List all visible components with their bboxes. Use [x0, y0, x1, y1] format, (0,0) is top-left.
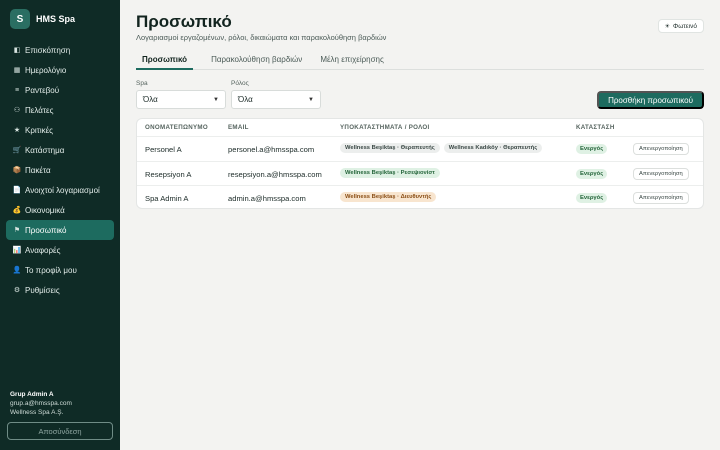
sidebar-item-shop[interactable]: 🛒 Κατάστημα	[6, 140, 114, 160]
deactivate-button[interactable]: Απενεργοποίηση	[633, 167, 689, 180]
main-content: Προσωπικό Λογαριασμοί εργαζομένων, ρόλοι…	[120, 0, 720, 450]
staff-name: Personel A	[145, 145, 182, 154]
sidebar-item-customers[interactable]: ⚇ Πελάτες	[6, 100, 114, 120]
deactivate-button[interactable]: Απενεργοποίηση	[633, 192, 689, 204]
sidebar-item-label: Ημερολόγιο	[25, 65, 67, 75]
sidebar-item-reviews[interactable]: ★ Κριτικές	[6, 120, 114, 140]
list-icon: ≡	[14, 86, 20, 94]
role-chip: Wellness Beşiktaş · Θεραπευτής	[340, 143, 440, 153]
spa-filter-value: Όλα	[143, 95, 158, 104]
status-badge: Ενεργός	[576, 193, 608, 203]
role-chips: Wellness Beşiktaş · Θεραπευτής Wellness …	[340, 143, 546, 153]
spa-filter-select[interactable]: Όλα ▼	[136, 90, 226, 109]
sidebar-item-staff[interactable]: ⚑ Προσωπικό	[6, 220, 114, 240]
user-email: grup.a@hmsspa.com	[10, 400, 72, 407]
sidebar-nav: ◧ Επισκόπηση ▦ Ημερολόγιο ≡ Ραντεβού ⚇ Πελάτ…	[6, 40, 114, 300]
overview-icon: ◧	[13, 47, 21, 54]
staff-email: admin.a@hmsspa.com	[228, 194, 306, 203]
brand[interactable]: S HMS Spa	[10, 9, 75, 29]
profile-icon: 👤	[12, 267, 22, 274]
sidebar-item-label: Κατάστημα	[25, 145, 65, 155]
sidebar-item-label: Το προφίλ μου	[25, 265, 77, 275]
sidebar-item-calendar[interactable]: ▦ Ημερολόγιο	[6, 60, 114, 80]
sidebar-item-label: Πακέτα	[25, 165, 51, 175]
sidebar-item-label: Ραντεβού	[25, 85, 60, 95]
sidebar-item-label: Ρυθμίσεις	[25, 285, 60, 295]
sidebar-item-label: Αναφορές	[25, 245, 61, 255]
page-subtitle: Λογαριασμοί εργαζομένων, ρόλοι, δικαιώμα…	[136, 33, 387, 42]
role-chips: Wellness Beşiktaş · Ρεσεψιονίστ	[340, 167, 444, 178]
sidebar-item-label: Προσωπικό	[25, 225, 67, 235]
logout-button[interactable]: Αποσύνδεση	[7, 422, 113, 440]
chevron-down-icon: ▼	[308, 96, 314, 103]
tab-shift-tracking[interactable]: Παρακολούθηση βαρδιών	[211, 53, 302, 70]
calendar-icon: ▦	[13, 67, 21, 74]
chevron-down-icon: ▼	[213, 96, 219, 103]
gear-icon: ⚙	[13, 287, 21, 294]
sidebar-item-appointments[interactable]: ≡ Ραντεβού	[6, 80, 114, 100]
package-icon: 📦	[12, 167, 22, 174]
sidebar-item-packages[interactable]: 📦 Πακέτα	[6, 160, 114, 180]
column-header-email: EMAIL	[228, 124, 249, 131]
tab-business-members[interactable]: Μέλη επιχείρησης	[320, 53, 384, 70]
user-name: Grup Admin A	[10, 391, 54, 398]
staff-name: Resepsiyon A	[145, 169, 192, 179]
staff-email: personel.a@hmsspa.com	[228, 145, 315, 154]
sidebar-item-label: Πελάτες	[25, 105, 54, 115]
users-icon: ⚇	[13, 107, 21, 114]
sidebar-item-label: Ανοιχτοί λογαριασμοί	[25, 185, 100, 195]
column-header-status: ΚΑΤΑΣΤΑΣΗ	[576, 124, 615, 131]
receipt-icon: 📄	[12, 187, 22, 194]
star-icon: ★	[13, 127, 21, 134]
app-logo: S	[10, 9, 30, 29]
sidebar-item-settings[interactable]: ⚙ Ρυθμίσεις	[6, 280, 114, 300]
table-header: ΟΝΟΜΑΤΕΠΩΝΥΜΟ EMAIL ΥΠΟΚΑΤΑΣΤΗΜΑΤΑ / ΡΟΛ…	[137, 119, 703, 137]
chart-icon: 📊	[12, 247, 22, 254]
staff-name: Spa Admin A	[145, 194, 189, 203]
staff-email: resepsiyon.a@hmsspa.com	[228, 169, 322, 179]
user-company: Wellness Spa A.Ş.	[10, 409, 64, 416]
sun-icon: ☀	[664, 23, 671, 30]
sidebar-item-reports[interactable]: 📊 Αναφορές	[6, 240, 114, 260]
user-info: Grup Admin A grup.a@hmsspa.com Wellness …	[10, 390, 72, 417]
status-badge: Ενεργός	[576, 168, 608, 179]
role-chip: Wellness Beşiktaş · Ρεσεψιονίστ	[340, 167, 440, 178]
column-header-branches: ΥΠΟΚΑΤΑΣΤΗΜΑΤΑ / ΡΟΛΟΙ	[340, 124, 430, 131]
theme-toggle-button[interactable]: ☀ Φωτεινό	[657, 19, 704, 33]
tab-staff[interactable]: Προσωπικό	[136, 53, 194, 70]
sidebar: S HMS Spa ◧ Επισκόπηση ▦ Ημερολόγιο ≡ Ραντε…	[0, 0, 120, 450]
money-bag-icon: 💰	[12, 207, 22, 214]
flag-icon: ⚑	[13, 227, 21, 234]
role-filter-value: Όλα	[238, 95, 253, 104]
staff-table: ΟΝΟΜΑΤΕΠΩΝΥΜΟ EMAIL ΥΠΟΚΑΤΑΣΤΗΜΑΤΑ / ΡΟΛ…	[136, 118, 704, 209]
role-chips: Wellness Beşiktaş · Διευθυντής	[340, 192, 440, 202]
role-filter-label: Ρόλος	[231, 80, 249, 87]
spa-filter-label: Spa	[136, 80, 148, 87]
tab-bar: Προσωπικό Παρακολούθηση βαρδιών Μέλη επι…	[136, 53, 704, 70]
table-row: Personel A personel.a@hmsspa.com Wellnes…	[137, 137, 703, 162]
sidebar-item-label: Επισκόπηση	[25, 45, 71, 55]
deactivate-button[interactable]: Απενεργοποίηση	[633, 143, 689, 155]
sidebar-item-finance[interactable]: 💰 Οικονομικά	[6, 200, 114, 220]
add-staff-button[interactable]: Προσθήκη προσωπικού	[597, 91, 704, 109]
role-chip: Wellness Beşiktaş · Διευθυντής	[340, 192, 437, 202]
sidebar-item-label: Κριτικές	[25, 125, 54, 135]
sidebar-item-overview[interactable]: ◧ Επισκόπηση	[6, 40, 114, 60]
page-title: Προσωπικό	[136, 12, 232, 31]
cart-icon: 🛒	[12, 147, 22, 154]
table-row: Spa Admin A admin.a@hmsspa.com Wellness …	[137, 186, 703, 208]
table-row: Resepsiyon A resepsiyon.a@hmsspa.com Wel…	[137, 162, 703, 186]
role-filter-select[interactable]: Όλα ▼	[231, 90, 321, 109]
column-header-name: ΟΝΟΜΑΤΕΠΩΝΥΜΟ	[145, 124, 209, 131]
sidebar-item-open-accounts[interactable]: 📄 Ανοιχτοί λογαριασμοί	[6, 180, 114, 200]
app-name: HMS Spa	[36, 14, 76, 24]
role-chip: Wellness Kadıköy · Θεραπευτής	[443, 143, 543, 153]
sidebar-item-my-profile[interactable]: 👤 Το προφίλ μου	[6, 260, 114, 280]
theme-label: Φωτεινό	[673, 22, 697, 30]
sidebar-item-label: Οικονομικά	[25, 205, 65, 215]
status-badge: Ενεργός	[576, 144, 608, 154]
